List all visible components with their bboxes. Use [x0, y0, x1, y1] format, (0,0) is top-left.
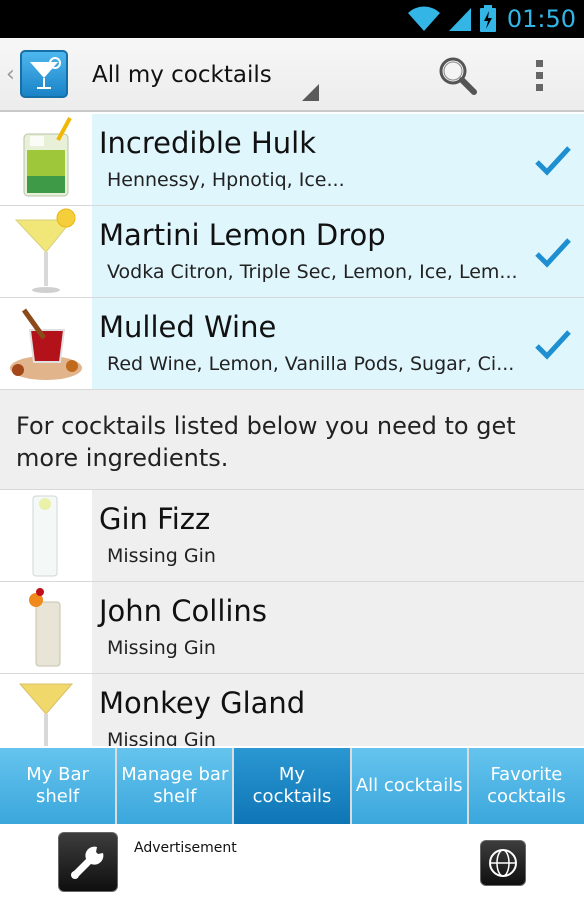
cocktail-image — [0, 490, 92, 581]
overflow-menu-icon[interactable] — [528, 58, 552, 94]
cocktail-name: John Collins — [99, 594, 267, 628]
cocktail-ingredients: Missing Gin — [107, 545, 216, 567]
tab-manage-bar-shelf[interactable]: Manage bar shelf — [117, 748, 233, 824]
wrench-icon[interactable] — [58, 832, 118, 892]
cocktail-image — [0, 114, 92, 205]
cocktail-image — [0, 206, 92, 297]
ad-label: Advertisement — [134, 840, 237, 856]
action-bar: ‹ All my cocktails — [0, 38, 584, 112]
cocktail-ingredients: Missing Gin — [107, 637, 216, 659]
cocktail-name: Incredible Hulk — [99, 126, 317, 160]
cocktail-filter-spinner[interactable]: All my cocktails — [92, 62, 272, 88]
signal-icon — [448, 8, 471, 31]
tab-my-cocktails[interactable]: My cocktails — [234, 748, 350, 824]
cocktail-ingredients: Hennessy, Hpnotiq, Ice... — [107, 169, 345, 191]
clock: 01:50 — [506, 5, 576, 33]
cocktail-name: Martini Lemon Drop — [99, 218, 386, 252]
cocktail-ingredients: Red Wine, Lemon, Vanilla Pods, Sugar, Ci… — [107, 353, 515, 375]
cocktail-image — [0, 298, 92, 389]
cocktail-image — [0, 582, 92, 673]
list-item[interactable]: Martini Lemon Drop Vodka Citron, Triple … — [0, 206, 584, 298]
list-item[interactable]: Mulled Wine Red Wine, Lemon, Vanilla Pod… — [0, 298, 584, 390]
cocktail-ingredients: Vodka Citron, Triple Sec, Lemon, Ice, Le… — [107, 261, 518, 283]
missing-ingredients-note: For cocktails listed below you need to g… — [0, 390, 584, 490]
up-caret-icon[interactable]: ‹ — [6, 62, 15, 87]
spinner-triangle-icon — [302, 84, 319, 101]
cocktail-name: Gin Fizz — [99, 502, 211, 536]
cocktail-list[interactable]: Incredible Hulk Hennessy, Hpnotiq, Ice..… — [0, 114, 584, 746]
cocktail-name: Mulled Wine — [99, 310, 277, 344]
cocktail-name: Monkey Gland — [99, 686, 306, 720]
globe-icon[interactable] — [480, 840, 526, 886]
wifi-icon — [407, 6, 440, 31]
list-item[interactable]: Gin Fizz Missing Gin — [0, 490, 584, 582]
status-bar: 01:50 — [0, 0, 584, 38]
bottom-tab-bar: My Bar shelf Manage bar shelf My cocktai… — [0, 748, 584, 824]
ad-banner[interactable]: Advertisement — [0, 824, 584, 900]
tab-favorite-cocktails[interactable]: Favorite cocktails — [468, 748, 584, 824]
battery-icon — [479, 5, 496, 32]
checkmark-icon — [535, 146, 571, 176]
list-item[interactable]: Monkey Gland Missing Gin — [0, 674, 584, 746]
tab-all-cocktails[interactable]: All cocktails — [351, 748, 467, 824]
checkmark-icon — [535, 238, 571, 268]
search-icon[interactable] — [436, 54, 480, 98]
app-logo-icon[interactable] — [20, 50, 68, 98]
list-item[interactable]: Incredible Hulk Hennessy, Hpnotiq, Ice..… — [0, 114, 584, 206]
list-item[interactable]: John Collins Missing Gin — [0, 582, 584, 674]
tab-my-bar-shelf[interactable]: My Bar shelf — [0, 748, 116, 824]
cocktail-image — [0, 674, 92, 746]
cocktail-ingredients: Missing Gin — [107, 729, 216, 746]
checkmark-icon — [535, 330, 571, 360]
